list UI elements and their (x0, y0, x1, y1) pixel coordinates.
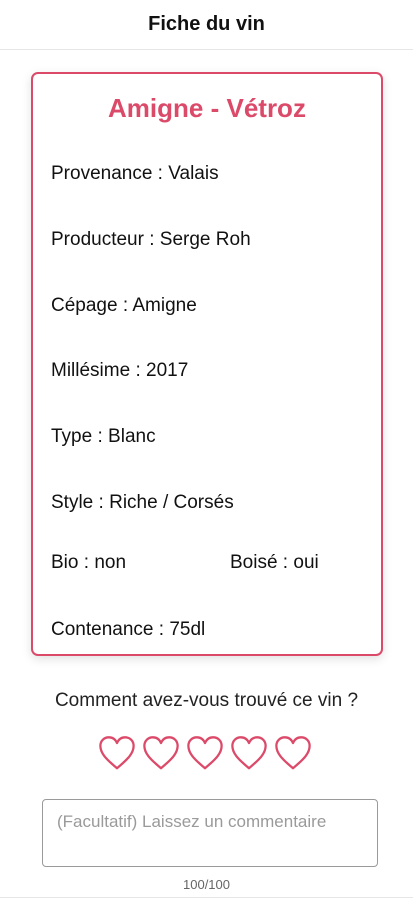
field-value: 75dl (169, 619, 206, 640)
field-label: Style (51, 492, 109, 513)
field-label: Type (51, 426, 108, 447)
rating-question: Comment avez-vous trouvé ce vin ? (54, 690, 359, 711)
character-counter: 100/100 (183, 877, 230, 892)
heart-outline-icon[interactable] (186, 733, 224, 773)
wine-name: Amigne - Vétroz (108, 93, 306, 123)
field-label: Boisé (230, 552, 293, 573)
field-style: StyleRiche / Corsés (51, 492, 234, 514)
field-value: non (94, 552, 127, 573)
field-value: Serge Roh (159, 229, 251, 250)
field-label: Bio (51, 552, 94, 573)
field-label: Cépage (51, 295, 132, 316)
field-bio-boise: Bionon Boiséoui (51, 552, 371, 574)
field-boise: Boiséoui (230, 552, 319, 574)
field-contenance: Contenance75dl (51, 619, 205, 641)
field-label: Producteur (51, 229, 160, 250)
heart-outline-icon[interactable] (98, 733, 136, 773)
heart-outline-icon[interactable] (142, 733, 180, 773)
field-value: Riche / Corsés (109, 492, 234, 513)
field-label: Contenance (51, 619, 169, 640)
wine-card: Amigne - Vétroz ProvenanceValais Product… (31, 72, 383, 656)
field-label: Provenance (51, 163, 168, 184)
field-value: oui (293, 552, 319, 573)
field-value: Blanc (108, 426, 156, 447)
field-value: 2017 (146, 360, 189, 381)
field-value: Amigne (132, 295, 197, 316)
heart-rating[interactable] (98, 733, 312, 775)
field-producteur: ProducteurSerge Roh (51, 229, 251, 251)
field-label: Millésime (51, 360, 146, 381)
app-header: Fiche du vin (0, 0, 413, 50)
heart-outline-icon[interactable] (274, 733, 312, 773)
comment-textarea[interactable] (42, 799, 378, 867)
field-cepage: CépageAmigne (51, 295, 197, 317)
page-title: Fiche du vin (148, 13, 265, 35)
field-value: Valais (168, 163, 219, 184)
field-type: TypeBlanc (51, 426, 156, 448)
field-bio: Bionon (51, 552, 126, 573)
divider (0, 897, 413, 898)
field-provenance: ProvenanceValais (51, 163, 219, 185)
field-millesime: Millésime2017 (51, 360, 188, 382)
heart-outline-icon[interactable] (230, 733, 268, 773)
